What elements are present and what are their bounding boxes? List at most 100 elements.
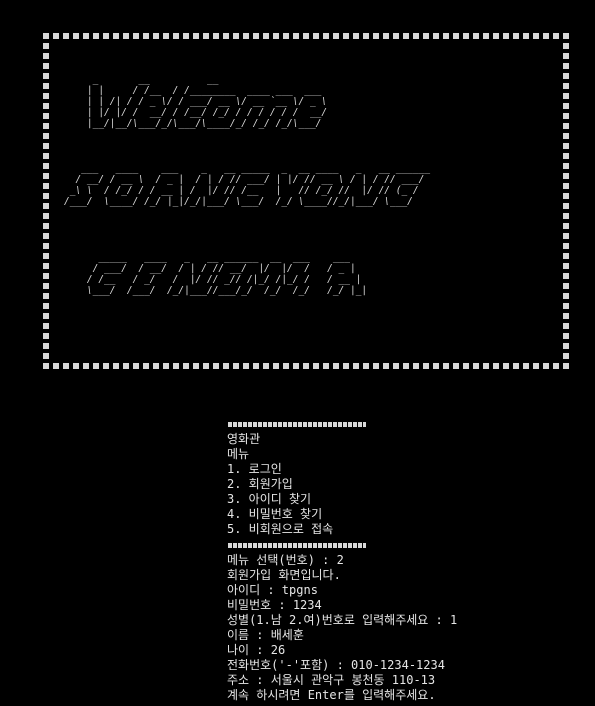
frame-square [443, 33, 449, 39]
frame-square [263, 363, 269, 369]
frame-square [503, 33, 509, 39]
frame-square [503, 363, 509, 369]
frame-square [93, 363, 99, 369]
frame-square [253, 33, 259, 39]
frame-square [473, 363, 479, 369]
frame-square [163, 33, 169, 39]
frame-square [313, 363, 319, 369]
frame-square [183, 33, 189, 39]
frame-square [123, 363, 129, 369]
frame-square [43, 323, 49, 329]
frame-square [223, 33, 229, 39]
frame-square [423, 363, 429, 369]
frame-square [543, 33, 549, 39]
frame-square [563, 33, 569, 39]
frame-square [533, 33, 539, 39]
frame-square [173, 33, 179, 39]
frame-square [423, 33, 429, 39]
frame-square [253, 363, 259, 369]
frame-square [43, 193, 49, 199]
frame-square [153, 363, 159, 369]
frame-square [183, 363, 189, 369]
frame-square [103, 363, 109, 369]
frame-square [53, 33, 59, 39]
frame-square [43, 293, 49, 299]
frame-square [563, 73, 569, 79]
frame-square [563, 213, 569, 219]
frame-square [43, 53, 49, 59]
frame-square [43, 163, 49, 169]
frame-square [303, 33, 309, 39]
frame-square [43, 133, 49, 139]
frame-square [43, 363, 49, 369]
frame-square [493, 363, 499, 369]
frame-square [563, 63, 569, 69]
frame-square [513, 363, 519, 369]
frame-square [173, 363, 179, 369]
frame-square [193, 33, 199, 39]
frame-square [263, 33, 269, 39]
frame-square [563, 323, 569, 329]
frame-square [43, 343, 49, 349]
frame-square [563, 363, 569, 369]
frame-square [563, 253, 569, 259]
frame-square [143, 33, 149, 39]
frame-square [353, 363, 359, 369]
frame-square [43, 283, 49, 289]
frame-square [563, 283, 569, 289]
frame-square [393, 33, 399, 39]
frame-square [383, 363, 389, 369]
frame-square [323, 363, 329, 369]
frame-square [343, 33, 349, 39]
frame-square [293, 363, 299, 369]
frame-square [353, 33, 359, 39]
frame-square [543, 363, 549, 369]
frame-square [233, 363, 239, 369]
frame-square [363, 33, 369, 39]
frame-square [43, 63, 49, 69]
frame-square [563, 153, 569, 159]
gender-input-line: 성별(1.남 2.여)번호로 입력해주세요 : 1 [227, 613, 458, 627]
frame-square [43, 243, 49, 249]
frame-square [563, 263, 569, 269]
frame-square [43, 103, 49, 109]
frame-square [43, 253, 49, 259]
continue-prompt-line[interactable]: 계속 하시려면 Enter를 입력해주세요. [227, 688, 436, 703]
frame-square [413, 33, 419, 39]
menu-item-find-password: 4. 비밀번호 찾기 [227, 507, 323, 521]
frame-square [143, 363, 149, 369]
ascii-banner-cinema: _____ ____ _ __ ______ __ ___ ___ / ___/… [86, 252, 368, 296]
frame-square [523, 33, 529, 39]
frame-square [63, 33, 69, 39]
menu-item-login: 1. 로그인 [227, 462, 282, 476]
frame-square [43, 123, 49, 129]
frame-square [233, 33, 239, 39]
frame-square [43, 143, 49, 149]
frame-square [533, 363, 539, 369]
frame-square [203, 33, 209, 39]
frame-square [563, 333, 569, 339]
frame-square [43, 73, 49, 79]
frame-square [563, 43, 569, 49]
frame-square [153, 33, 159, 39]
frame-square [73, 33, 79, 39]
frame-square [343, 363, 349, 369]
frame-square [43, 233, 49, 239]
console-title: 영화관 [227, 432, 261, 446]
frame-square [513, 33, 519, 39]
frame-square [383, 33, 389, 39]
frame-square [413, 363, 419, 369]
frame-square [393, 363, 399, 369]
frame-square [193, 363, 199, 369]
frame-square [103, 33, 109, 39]
frame-square [303, 363, 309, 369]
frame-square [463, 363, 469, 369]
age-input-line: 나이 : 26 [227, 643, 286, 657]
frame-square [433, 33, 439, 39]
frame-square [283, 363, 289, 369]
frame-square [553, 363, 559, 369]
menu-item-signup: 2. 회원가입 [227, 477, 293, 491]
frame-square [243, 363, 249, 369]
frame-square [473, 33, 479, 39]
password-input-line: 비밀번호 : 1234 [227, 598, 322, 612]
